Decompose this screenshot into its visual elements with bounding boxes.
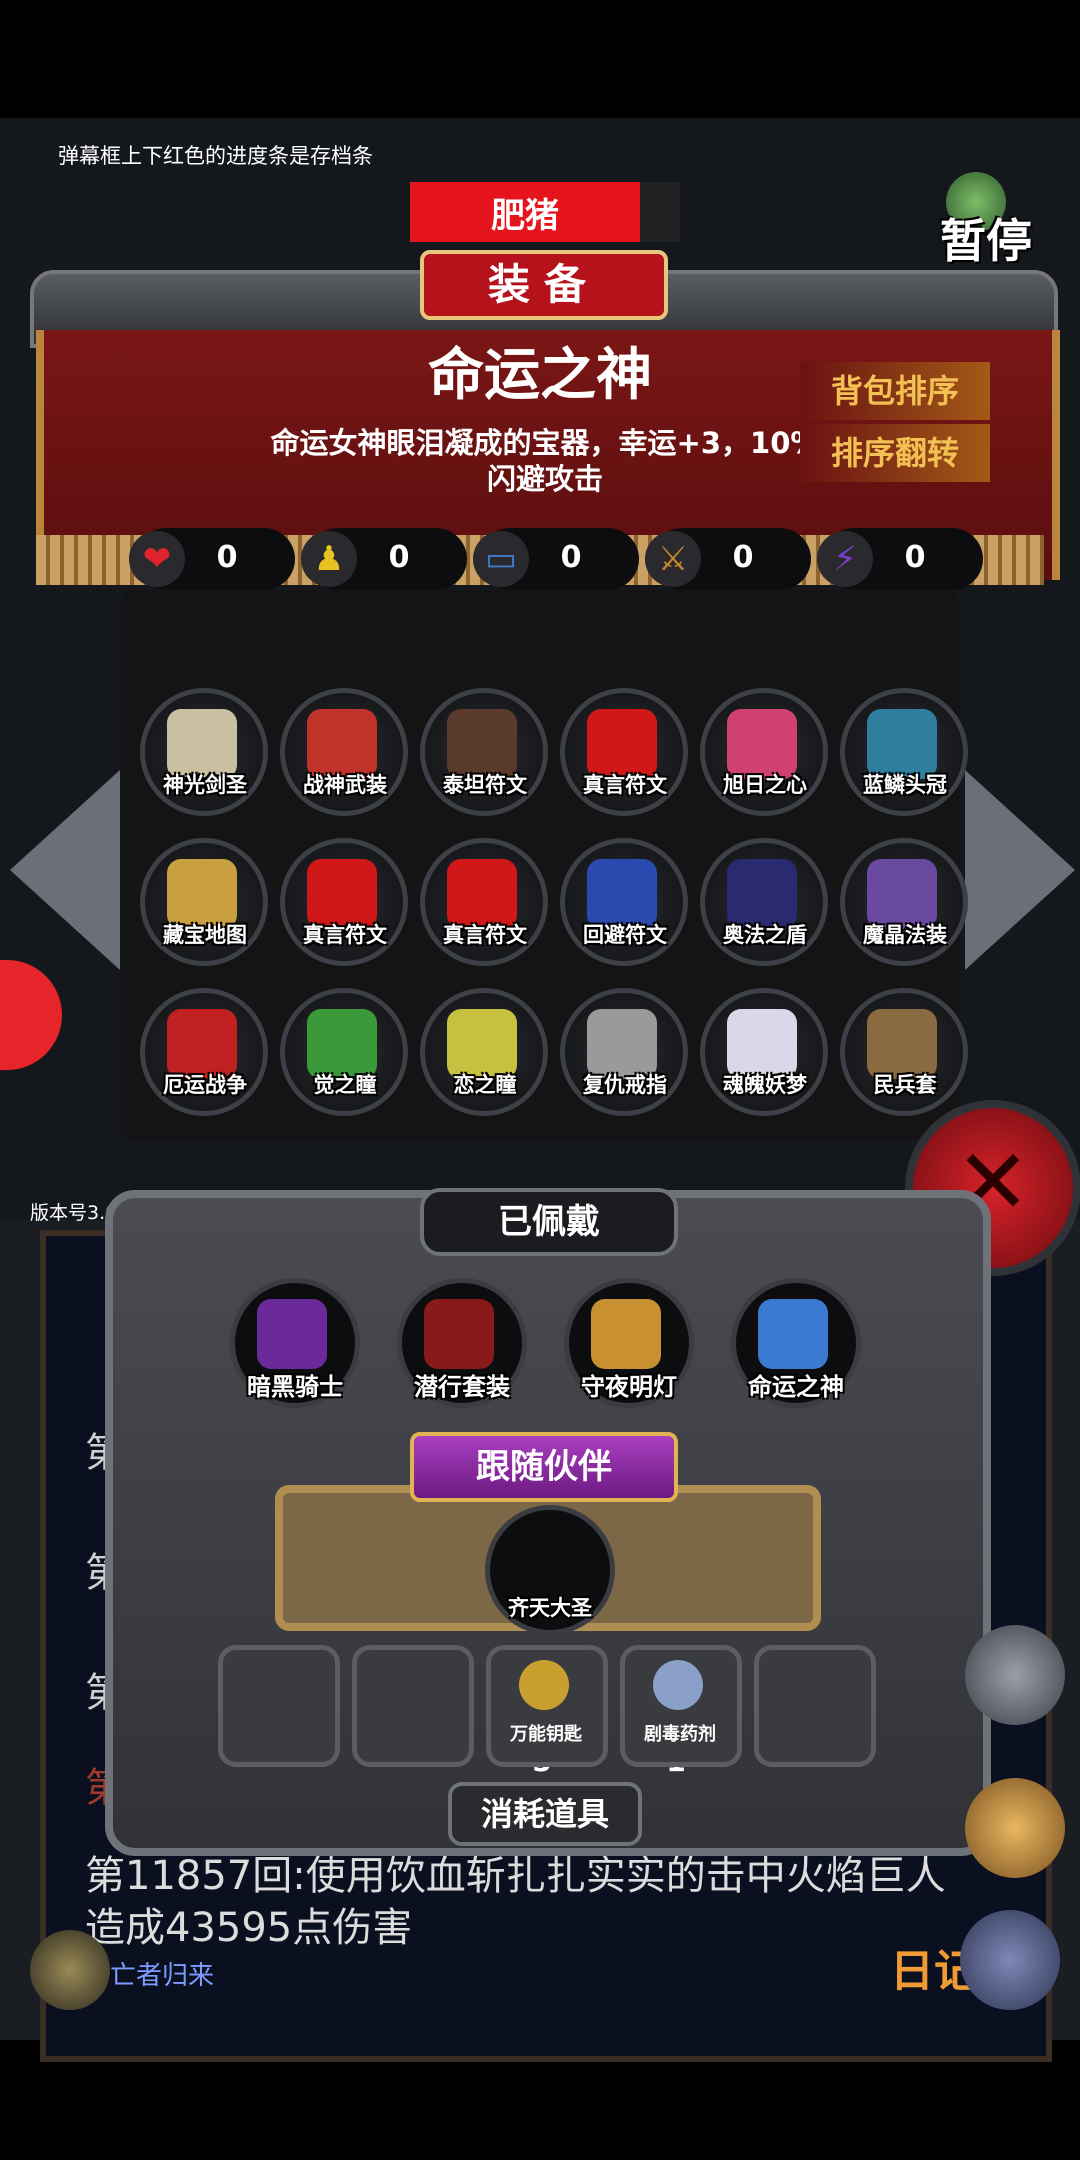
consumable-slot[interactable]: 剧毒药剂 <box>620 1645 742 1767</box>
equipped-item-icon <box>424 1299 494 1369</box>
equipped-item-label: 守夜明灯 <box>581 1373 677 1401</box>
item-label: 复仇戒指 <box>583 1073 667 1097</box>
consumable-slot[interactable]: 万能钥匙 <box>486 1645 608 1767</box>
item-label: 魂魄妖梦 <box>723 1073 807 1097</box>
consumable-slot[interactable] <box>218 1645 340 1767</box>
stat-value: 0 <box>904 540 926 575</box>
item-label: 真言符文 <box>303 923 387 947</box>
item-label: 恋之瞳 <box>453 1073 517 1097</box>
inventory-slot[interactable]: 神光剑圣 <box>140 688 268 816</box>
item-label: 民兵套 <box>873 1073 937 1097</box>
equipped-slot[interactable]: 守夜明灯 <box>564 1278 694 1408</box>
item-label: 神光剑圣 <box>163 773 247 797</box>
stat-value: 0 <box>560 540 582 575</box>
consumables-heading: 消耗道具 <box>448 1782 642 1846</box>
item-label: 战神武装 <box>303 773 387 797</box>
item-label: 旭日之心 <box>723 773 807 797</box>
beer-mug-icon[interactable] <box>965 1778 1065 1878</box>
equipped-item-label: 命运之神 <box>748 1373 844 1401</box>
stat-value: 0 <box>216 540 238 575</box>
inventory-slot[interactable]: 泰坦符文 <box>420 688 548 816</box>
item-label: 藏宝地图 <box>163 923 247 947</box>
equipped-item-icon <box>758 1299 828 1369</box>
inventory-slot[interactable]: 恋之瞳 <box>420 988 548 1116</box>
stat-value: 0 <box>732 540 754 575</box>
sort-reverse-button[interactable]: 排序翻转 <box>800 424 990 482</box>
inventory-slot[interactable]: 民兵套 <box>840 988 968 1116</box>
heart-icon: ❤ <box>129 531 185 587</box>
lightning-icon: ⚡ <box>817 531 873 587</box>
sword-icon: ⚔ <box>645 531 701 587</box>
boss-name: 肥猪 <box>491 196 559 236</box>
consumable-slot[interactable] <box>352 1645 474 1767</box>
inventory-slot[interactable]: 觉之瞳 <box>280 988 408 1116</box>
equipment-title: 装备 <box>420 250 668 320</box>
companion-portrait <box>515 1528 585 1598</box>
consumable-icon <box>519 1660 569 1710</box>
knight-helm-icon[interactable] <box>965 1625 1065 1725</box>
consumable-label: 剧毒药剂 <box>644 1724 716 1745</box>
equipped-item-label: 暗黑骑士 <box>247 1373 343 1401</box>
consumable-label: 万能钥匙 <box>510 1724 582 1745</box>
equipped-item-label: 潜行套装 <box>414 1373 510 1401</box>
inventory-slot[interactable]: 战神武装 <box>280 688 408 816</box>
inventory-slot[interactable]: 真言符文 <box>560 688 688 816</box>
item-label: 真言符文 <box>583 773 667 797</box>
inventory-slot[interactable]: 厄运战争 <box>140 988 268 1116</box>
item-label: 回避符文 <box>583 923 667 947</box>
item-label: 魔晶法装 <box>863 923 947 947</box>
equipped-slot[interactable]: 潜行套装 <box>397 1278 527 1408</box>
inventory-slot[interactable]: 复仇戒指 <box>560 988 688 1116</box>
item-label: 真言符文 <box>443 923 527 947</box>
sort-bag-button[interactable]: 背包排序 <box>800 362 990 420</box>
consumable-icon <box>653 1660 703 1710</box>
consumable-slot[interactable] <box>754 1645 876 1767</box>
inventory-slot[interactable]: 魔晶法装 <box>840 838 968 966</box>
save-bar-hint: 弹幕框上下红色的进度条是存档条 <box>58 144 373 168</box>
companion-slot[interactable]: 齐天大圣 <box>485 1505 615 1635</box>
item-label: 泰坦符文 <box>443 773 527 797</box>
stat-value: 0 <box>388 540 410 575</box>
equipped-slot[interactable]: 暗黑骑士 <box>230 1278 360 1408</box>
inventory-slot[interactable]: 旭日之心 <box>700 688 828 816</box>
equipped-slot[interactable]: 命运之神 <box>731 1278 861 1408</box>
inventory-slot[interactable]: 藏宝地图 <box>140 838 268 966</box>
equipped-item-icon <box>257 1299 327 1369</box>
selected-item-description: 命运女神眼泪凝成的宝器，幸运+3，10%闪避攻击 <box>270 426 820 496</box>
armor-icon: ▭ <box>473 531 529 587</box>
companion-heading: 跟随伙伴 <box>410 1432 678 1502</box>
inventory-slot[interactable]: 魂魄妖梦 <box>700 988 828 1116</box>
item-label: 蓝鳞头冠 <box>863 773 947 797</box>
inventory-slot[interactable]: 奥法之盾 <box>700 838 828 966</box>
hero-status: 亡者归来 <box>110 1961 215 1991</box>
inventory-slot[interactable]: 真言符文 <box>420 838 548 966</box>
equipped-heading: 已佩戴 <box>420 1188 678 1256</box>
inventory-slot[interactable]: 真言符文 <box>280 838 408 966</box>
item-label: 奥法之盾 <box>723 923 807 947</box>
strength-icon: ♟ <box>301 531 357 587</box>
pause-button[interactable]: 暂停 <box>940 205 1032 271</box>
equipped-item-icon <box>591 1299 661 1369</box>
inventory-slot[interactable]: 回避符文 <box>560 838 688 966</box>
item-label: 觉之瞳 <box>313 1073 377 1097</box>
hero-helmet-icon[interactable] <box>30 1930 110 2010</box>
item-label: 厄运战争 <box>163 1073 247 1097</box>
companion-label: 齐天大圣 <box>508 1596 592 1620</box>
boss-health-empty <box>640 182 680 242</box>
inventory-slot[interactable]: 蓝鳞头冠 <box>840 688 968 816</box>
battle-log-text: 第11857回:使用饮血斩扎扎实实的击中火焰巨人造成43595点伤害 <box>85 1853 946 1951</box>
diary-book-icon[interactable] <box>960 1910 1060 2010</box>
